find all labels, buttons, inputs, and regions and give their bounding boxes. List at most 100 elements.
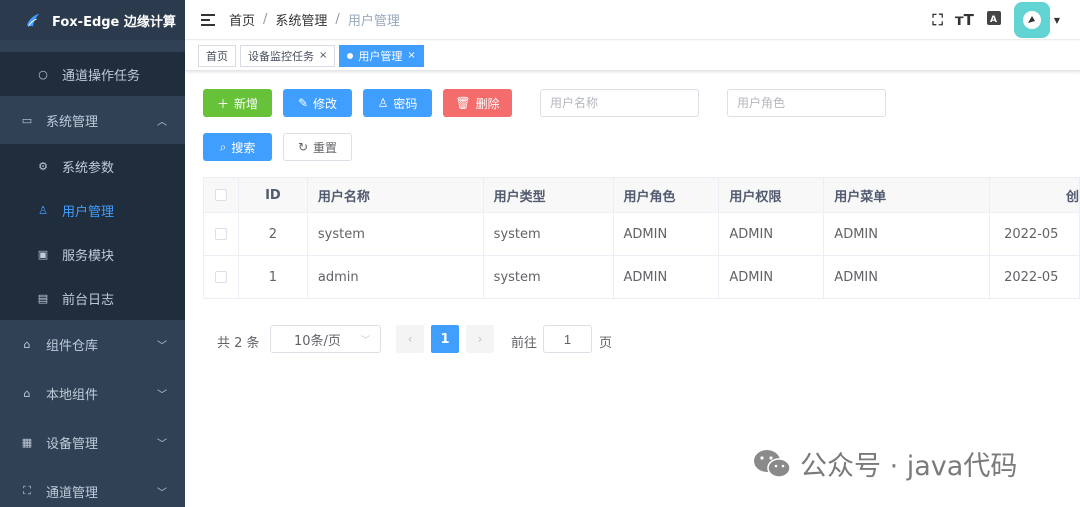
column-header[interactable]: 用户名称	[308, 178, 484, 212]
plus-icon: ＋	[216, 96, 229, 111]
user-icon: ♙	[377, 96, 389, 110]
sidebar-item-system[interactable]: ▭ 系统管理 ︿	[0, 98, 185, 142]
delete-button-label: 删除	[475, 96, 500, 111]
page-size-select[interactable]: 10条/页 ﹀	[270, 325, 381, 353]
sidebar-item-channels[interactable]: ⛶ 通道管理 ﹀	[0, 469, 185, 507]
column-header[interactable]: 用户类型	[484, 178, 614, 212]
log-icon: ▤	[37, 291, 49, 305]
column-header[interactable]: 创	[990, 178, 1080, 212]
font-size-icon[interactable]: тT	[955, 11, 974, 29]
sidebar-item-label: 通道管理	[46, 485, 99, 501]
table-cell: 2022-05	[990, 256, 1080, 298]
column-header[interactable]: 用户角色	[614, 178, 720, 212]
row-checkbox[interactable]	[214, 228, 227, 240]
app-root: Fox-Edge 边缘计算 ○ 通道操作任务 ▭ 系统管理 ︿ ⚙ 系统参数 ♙…	[0, 0, 1080, 507]
warehouse-icon: ⌂	[23, 337, 31, 351]
table-cell: system	[484, 256, 614, 298]
role-input[interactable]	[727, 89, 886, 117]
close-icon[interactable]: ×	[407, 50, 415, 61]
prev-page-button[interactable]: ‹	[396, 325, 424, 353]
chevron-down-icon: ﹀	[157, 340, 167, 352]
search-icon: ⌕	[219, 139, 227, 154]
table-cell: ADMIN	[614, 213, 720, 255]
tag-home[interactable]: 首页	[198, 44, 236, 67]
sidebar-item-local-components[interactable]: ⌂ 本地组件 ﹀	[0, 371, 185, 415]
table-cell: system	[308, 213, 484, 255]
gear-icon: ⚙	[38, 159, 48, 173]
tag-user-management[interactable]: 用户管理 ×	[339, 44, 424, 67]
column-header[interactable]: ID	[239, 178, 308, 212]
table-cell: admin	[308, 256, 484, 298]
sidebar-item-users[interactable]: ♙ 用户管理	[0, 188, 185, 232]
row-checkbox-cell	[204, 213, 239, 255]
add-button[interactable]: ＋ 新增	[203, 89, 272, 117]
search-button[interactable]: ⌕ 搜索	[203, 133, 272, 161]
sidebar-item-system-params[interactable]: ⚙ 系统参数	[0, 144, 185, 188]
app-title: Fox-Edge 边缘计算	[52, 14, 176, 30]
sidebar-item-label: 服务模块	[62, 248, 115, 264]
user-icon: ♙	[38, 203, 48, 217]
next-page-button[interactable]: ›	[466, 325, 494, 353]
sidebar-item-label: 通道操作任务	[62, 68, 141, 84]
table-cell: ADMIN	[719, 256, 825, 298]
breadcrumb-system[interactable]: 系统管理	[275, 10, 327, 29]
header-checkbox-cell	[204, 178, 239, 212]
chevron-left-icon: ‹	[407, 332, 413, 346]
chevron-down-icon: ﹀	[157, 487, 167, 499]
pagination-total: 共 2 条	[217, 336, 260, 351]
table-cell: ADMIN	[824, 213, 991, 255]
sidebar-item-frontend-logs[interactable]: ▤ 前台日志	[0, 276, 185, 320]
username-input[interactable]	[540, 89, 699, 117]
sidebar-item-component-repo[interactable]: ⌂ 组件仓库 ﹀	[0, 322, 185, 366]
caret-down-icon[interactable]: ▼	[1054, 16, 1060, 25]
breadcrumb-separator: /	[335, 12, 340, 27]
translate-icon[interactable]: A	[986, 10, 1002, 30]
select-all-checkbox[interactable]	[214, 189, 227, 201]
monitor-icon: ▭	[21, 113, 33, 127]
password-button[interactable]: ♙ 密码	[363, 89, 432, 117]
row-checkbox[interactable]	[214, 271, 227, 283]
sidebar-item-service-modules[interactable]: ▣ 服务模块	[0, 232, 185, 276]
column-header[interactable]: 用户权限	[719, 178, 825, 212]
chevron-down-icon: ﹀	[157, 438, 167, 450]
edit-button[interactable]: ✎ 修改	[283, 89, 352, 117]
breadcrumb-home[interactable]: 首页	[229, 10, 255, 29]
reset-button-label: 重置	[313, 140, 338, 155]
table-cell: 1	[239, 256, 308, 298]
table-cell: ADMIN	[719, 213, 825, 255]
watermark: 公众号 · java代码	[752, 444, 1017, 483]
avatar[interactable]	[1013, 2, 1050, 38]
sidebar: Fox-Edge 边缘计算 ○ 通道操作任务 ▭ 系统管理 ︿ ⚙ 系统参数 ♙…	[0, 0, 185, 507]
delete-button[interactable]: 🗑 删除	[443, 89, 512, 117]
breadcrumb-current: 用户管理	[347, 14, 400, 29]
tags-view: 首页 设备监控任务 × 用户管理 ×	[185, 41, 1080, 71]
sidebar-item-channel-tasks[interactable]: ○ 通道操作任务	[0, 52, 185, 96]
table-row[interactable]: 2 system system ADMIN ADMIN ADMIN 2022-0…	[204, 213, 1080, 256]
logo[interactable]: Fox-Edge 边缘计算	[0, 0, 185, 40]
goto-page-input[interactable]	[543, 325, 592, 353]
page-number-current[interactable]: 1	[431, 325, 459, 353]
sidebar-item-devices[interactable]: ▦ 设备管理 ﹀	[0, 420, 185, 464]
dot-icon	[347, 52, 354, 59]
navbar: 首页 / 系统管理 / 用户管理 ⛶ тT A ▼	[185, 0, 1080, 40]
tag-device-monitor[interactable]: 设备监控任务 ×	[240, 44, 336, 67]
page-size-value: 10条/页	[294, 333, 341, 349]
sidebar-item-label: 设备管理	[46, 436, 99, 452]
sidebar-item-label: 系统管理	[46, 114, 99, 130]
fullscreen-icon[interactable]: ⛶	[932, 11, 943, 29]
reset-button[interactable]: ↻ 重置	[283, 133, 352, 161]
trash-icon: 🗑	[455, 96, 471, 110]
refresh-icon: ↻	[297, 140, 309, 154]
hamburger-icon[interactable]	[201, 13, 215, 26]
sidebar-item-label: 本地组件	[46, 387, 99, 403]
circle-icon: ○	[38, 67, 48, 81]
chevron-right-icon: ›	[477, 332, 483, 346]
table-cell: system	[484, 213, 614, 255]
module-icon: ▣	[37, 247, 49, 261]
tag-label: 首页	[206, 49, 228, 63]
column-header[interactable]: 用户菜单	[824, 178, 991, 212]
close-icon[interactable]: ×	[319, 50, 327, 61]
table-cell: ADMIN	[824, 256, 991, 298]
table-row[interactable]: 1 admin system ADMIN ADMIN ADMIN 2022-05	[204, 256, 1080, 299]
tag-label: 设备监控任务	[248, 49, 314, 63]
